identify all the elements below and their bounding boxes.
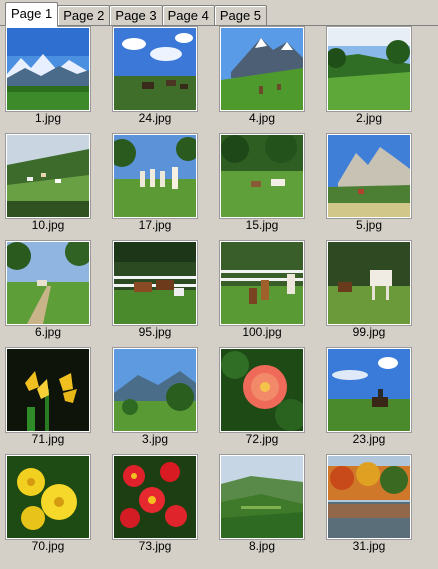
thumbnail-caption: 17.jpg — [138, 218, 172, 232]
image-thumbnail[interactable] — [326, 347, 412, 433]
thumbnail-item[interactable]: 95.jpg — [111, 240, 218, 348]
image-thumbnail[interactable] — [112, 347, 198, 433]
thumbnail-caption: 6.jpg — [34, 325, 62, 339]
thumbnail-caption: 4.jpg — [248, 111, 276, 125]
thumbnail-grid: 1.jpg 24.jpg 4.jpg 2.jpg 10.jpg 17.jpg 1… — [4, 26, 432, 562]
thumbnail-caption: 100.jpg — [242, 325, 282, 339]
thumbnail-caption: 24.jpg — [138, 111, 172, 125]
landscape-photo-icon — [328, 242, 410, 324]
thumbnail-caption: 99.jpg — [352, 325, 386, 339]
landscape-photo-icon — [328, 28, 410, 110]
image-thumbnail[interactable] — [5, 240, 91, 326]
thumbnail-caption: 23.jpg — [352, 432, 386, 446]
image-thumbnail[interactable] — [326, 133, 412, 219]
image-thumbnail[interactable] — [326, 454, 412, 540]
landscape-photo-icon — [114, 135, 196, 217]
image-thumbnail[interactable] — [112, 26, 198, 112]
thumbnail-item[interactable]: 1.jpg — [4, 26, 111, 134]
landscape-photo-icon — [7, 135, 89, 217]
thumbnail-caption: 15.jpg — [245, 218, 279, 232]
thumbnail-item[interactable]: 4.jpg — [218, 26, 325, 134]
landscape-photo-icon — [114, 28, 196, 110]
image-thumbnail[interactable] — [219, 347, 305, 433]
thumbnail-panel: 1.jpg 24.jpg 4.jpg 2.jpg 10.jpg 17.jpg 1… — [0, 25, 438, 569]
tab-bar: Page 1 Page 2 Page 3 Page 4 Page 5 — [5, 2, 268, 27]
landscape-photo-icon — [328, 349, 410, 431]
thumbnail-item[interactable]: 31.jpg — [325, 454, 432, 562]
thumbnail-item[interactable]: 6.jpg — [4, 240, 111, 348]
thumbnail-item[interactable]: 15.jpg — [218, 133, 325, 241]
landscape-photo-icon — [221, 242, 303, 324]
image-thumbnail[interactable] — [219, 133, 305, 219]
thumbnail-item[interactable]: 71.jpg — [4, 347, 111, 455]
tab-page-1[interactable]: Page 1 — [5, 2, 59, 27]
thumbnail-caption: 70.jpg — [31, 539, 65, 553]
thumbnail-caption: 31.jpg — [352, 539, 386, 553]
landscape-photo-icon — [328, 135, 410, 217]
thumbnail-caption: 3.jpg — [141, 432, 169, 446]
thumbnail-caption: 73.jpg — [138, 539, 172, 553]
image-thumbnail[interactable] — [5, 454, 91, 540]
image-thumbnail[interactable] — [219, 240, 305, 326]
image-thumbnail[interactable] — [219, 454, 305, 540]
image-thumbnail[interactable] — [112, 454, 198, 540]
landscape-photo-icon — [7, 242, 89, 324]
landscape-photo-icon — [7, 349, 89, 431]
thumbnail-item[interactable]: 23.jpg — [325, 347, 432, 455]
image-thumbnail[interactable] — [326, 240, 412, 326]
thumbnail-item[interactable]: 73.jpg — [111, 454, 218, 562]
tab-page-4[interactable]: Page 4 — [161, 5, 215, 26]
thumbnail-caption: 8.jpg — [248, 539, 276, 553]
landscape-photo-icon — [221, 28, 303, 110]
image-thumbnail[interactable] — [326, 26, 412, 112]
landscape-photo-icon — [221, 135, 303, 217]
tab-page-5[interactable]: Page 5 — [213, 5, 268, 26]
landscape-photo-icon — [221, 456, 303, 538]
thumbnail-item[interactable]: 8.jpg — [218, 454, 325, 562]
tab-page-2[interactable]: Page 2 — [57, 5, 111, 26]
image-thumbnail[interactable] — [5, 347, 91, 433]
landscape-photo-icon — [114, 456, 196, 538]
image-thumbnail[interactable] — [219, 26, 305, 112]
thumbnail-caption: 71.jpg — [31, 432, 65, 446]
landscape-photo-icon — [7, 456, 89, 538]
landscape-photo-icon — [114, 242, 196, 324]
tab-page-3[interactable]: Page 3 — [109, 5, 163, 26]
thumbnail-item[interactable]: 17.jpg — [111, 133, 218, 241]
landscape-photo-icon — [221, 349, 303, 431]
thumbnail-caption: 5.jpg — [355, 218, 383, 232]
thumbnail-item[interactable]: 24.jpg — [111, 26, 218, 134]
thumbnail-caption: 72.jpg — [245, 432, 279, 446]
thumbnail-item[interactable]: 99.jpg — [325, 240, 432, 348]
image-thumbnail[interactable] — [5, 133, 91, 219]
landscape-photo-icon — [7, 28, 89, 110]
image-thumbnail[interactable] — [112, 240, 198, 326]
thumbnail-item[interactable]: 3.jpg — [111, 347, 218, 455]
thumbnail-item[interactable]: 72.jpg — [218, 347, 325, 455]
thumbnail-item[interactable]: 100.jpg — [218, 240, 325, 348]
image-thumbnail[interactable] — [112, 133, 198, 219]
thumbnail-item[interactable]: 5.jpg — [325, 133, 432, 241]
thumbnail-item[interactable]: 10.jpg — [4, 133, 111, 241]
thumbnail-item[interactable]: 70.jpg — [4, 454, 111, 562]
thumbnail-caption: 2.jpg — [355, 111, 383, 125]
landscape-photo-icon — [114, 349, 196, 431]
thumbnail-caption: 95.jpg — [138, 325, 172, 339]
thumbnail-item[interactable]: 2.jpg — [325, 26, 432, 134]
landscape-photo-icon — [328, 456, 410, 538]
thumbnail-caption: 1.jpg — [34, 111, 62, 125]
image-thumbnail[interactable] — [5, 26, 91, 112]
thumbnail-caption: 10.jpg — [31, 218, 65, 232]
